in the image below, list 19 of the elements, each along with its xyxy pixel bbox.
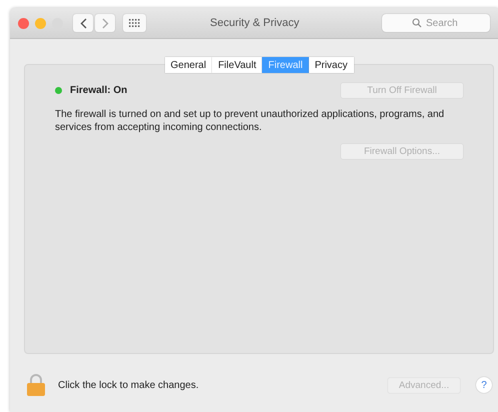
search-icon [412,18,422,28]
firewall-status: Firewall: On [70,85,128,96]
search-field[interactable]: Search [382,14,490,32]
lock-message: Click the lock to make changes. [58,380,199,390]
minimize-button[interactable] [35,18,46,28]
tab[interactable]: Firewall [262,57,309,73]
lock-icon[interactable] [26,374,46,396]
tab[interactable]: Privacy [308,57,354,73]
help-button[interactable]: ? [476,377,492,393]
chevron-right-icon [102,18,108,28]
tab[interactable]: General [164,57,212,73]
firewall-description: The firewall is turned on and set up to prevent unauthorized applications, programs, and services from accepting incoming connections. [55,108,446,134]
close-button[interactable] [18,18,29,28]
show-all-button[interactable] [123,14,146,32]
back-button[interactable] [73,14,93,32]
tab[interactable]: FileVault [212,57,262,73]
grid-icon [129,18,140,28]
window-title: Security & Privacy [210,17,300,29]
chevron-left-icon [80,18,86,28]
